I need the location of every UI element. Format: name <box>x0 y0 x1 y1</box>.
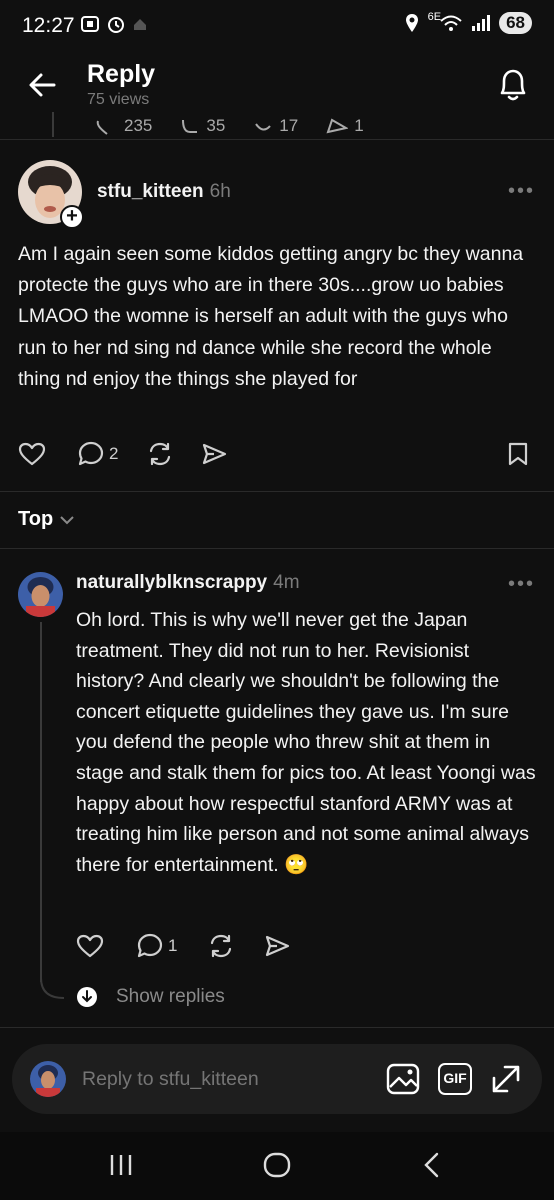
reply-avatar[interactable] <box>18 572 63 617</box>
composer-avatar <box>30 1061 66 1097</box>
repost-button[interactable] <box>146 440 174 468</box>
reply-count: 2 <box>109 444 119 463</box>
notifications-button[interactable] <box>496 66 530 104</box>
repost-icon <box>255 123 272 131</box>
parent-post-actions: 235 35 17 1 <box>96 118 364 136</box>
post-time: 6h <box>209 181 231 202</box>
thread-curve <box>40 978 65 999</box>
view-count: 75 views <box>87 91 150 108</box>
composer-avatar-image <box>30 1061 66 1097</box>
alarm-icon <box>108 17 124 33</box>
reply-more-options-icon[interactable]: ••• <box>508 573 535 596</box>
reply-text: Oh lord. This is why we'll never get the… <box>76 609 536 876</box>
parent-share-count-text: 1 <box>354 118 364 135</box>
parent-reply-count[interactable]: 35 <box>180 118 225 136</box>
signal-icon <box>472 15 491 31</box>
reply-username[interactable]: naturallyblknscrappy <box>76 572 267 593</box>
show-replies-button[interactable]: Show replies <box>76 986 225 1008</box>
parent-share-count[interactable]: 1 <box>326 118 364 136</box>
post-actions: 2 <box>18 440 228 468</box>
bookmark-button[interactable] <box>506 441 530 467</box>
divider <box>0 1027 554 1028</box>
home-button[interactable] <box>262 1151 292 1179</box>
reply-avatar-image <box>18 572 63 617</box>
arrow-down-circle-icon <box>77 987 97 1007</box>
share-button[interactable] <box>200 440 228 468</box>
expand-button[interactable] <box>490 1063 522 1095</box>
back-arrow-icon <box>29 73 56 97</box>
share-icon <box>266 935 290 957</box>
location-icon <box>405 14 418 32</box>
comment-icon <box>137 933 163 958</box>
reply-like-button[interactable] <box>76 933 104 959</box>
post-username[interactable]: stfu_kitteen <box>97 181 204 202</box>
repost-icon <box>211 934 232 958</box>
share-icon <box>203 443 227 465</box>
screenshot-icon <box>81 16 99 32</box>
image-button[interactable] <box>386 1063 420 1095</box>
bookmark-icon <box>508 442 528 466</box>
comment-icon <box>182 119 198 133</box>
follow-button[interactable]: + <box>60 205 84 229</box>
status-left-icons <box>80 14 148 34</box>
reply-actions: 1 <box>76 932 291 960</box>
divider <box>0 548 554 549</box>
gif-button[interactable]: GIF <box>438 1063 472 1095</box>
post-author: stfu_kitteen 6h <box>97 181 231 203</box>
reply-input[interactable] <box>82 1068 372 1091</box>
bell-icon <box>500 69 526 101</box>
expand-icon <box>492 1065 520 1093</box>
home-status-icon <box>134 19 146 30</box>
status-time: 12:27 <box>22 14 75 37</box>
more-options-icon[interactable]: ••• <box>508 180 535 203</box>
wifi-icon <box>440 15 462 31</box>
recents-icon <box>110 1155 132 1175</box>
page-title: Reply <box>87 60 156 88</box>
chevron-down-icon <box>60 515 74 524</box>
show-replies-label: Show replies <box>116 986 225 1007</box>
parent-repost-count-text: 17 <box>279 118 299 135</box>
comment-icon <box>78 441 104 466</box>
home-icon <box>263 1152 291 1178</box>
heart-icon <box>96 120 108 135</box>
sort-label: Top <box>18 508 54 530</box>
system-nav-bar <box>0 1132 554 1200</box>
divider <box>0 491 554 492</box>
reply-share-button[interactable] <box>263 932 291 960</box>
post-text: Am I again seen some kiddos getting angr… <box>18 243 524 390</box>
reply-repost-button[interactable] <box>207 932 235 960</box>
reply-author: naturallyblknscrappy 4m <box>76 572 300 594</box>
reply-button[interactable]: 2 <box>77 440 118 468</box>
reply-reply-button[interactable]: 1 <box>136 932 177 960</box>
recents-button[interactable] <box>108 1152 134 1178</box>
reply-composer: GIF <box>12 1044 542 1114</box>
reply-time: 4m <box>273 572 300 593</box>
share-icon <box>326 118 349 134</box>
divider <box>0 139 554 140</box>
reply-reply-count: 1 <box>168 936 178 955</box>
parent-thread-line <box>52 112 54 137</box>
image-icon <box>386 1063 420 1095</box>
parent-reply-count-text: 35 <box>206 118 226 135</box>
parent-like-count[interactable]: 235 <box>96 118 152 136</box>
repost-icon <box>150 442 171 466</box>
like-button[interactable] <box>18 441 46 467</box>
sort-dropdown[interactable]: Top <box>18 508 75 531</box>
battery-level: 68 <box>499 12 532 34</box>
reply-thread-line <box>40 622 42 982</box>
status-right-icons: 6E 68 <box>404 11 532 34</box>
back-button[interactable] <box>26 70 62 100</box>
network-label: 6E <box>427 11 442 23</box>
heart-icon <box>18 442 46 466</box>
parent-repost-count[interactable]: 17 <box>253 118 298 136</box>
parent-like-count-text: 235 <box>124 118 153 135</box>
back-nav-button[interactable] <box>420 1151 444 1179</box>
chevron-left-icon <box>424 1152 439 1178</box>
heart-icon <box>76 934 104 958</box>
